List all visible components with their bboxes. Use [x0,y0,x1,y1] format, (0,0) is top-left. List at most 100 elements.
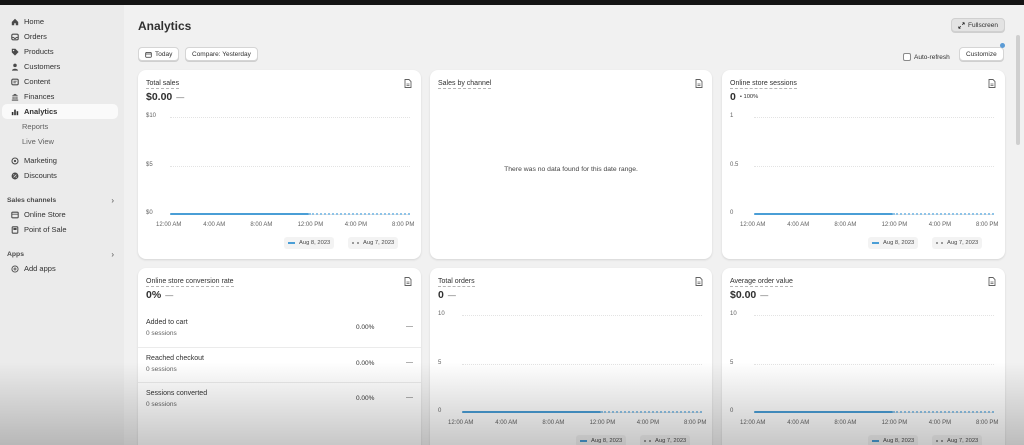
page-scrollbar[interactable] [1016,35,1020,145]
legend-label: Aug 7, 2023 [947,240,979,246]
sidebar-item-orders[interactable]: Orders [2,29,118,44]
customize-label: Customize [966,50,997,58]
sidebar-item-point-of-sale[interactable]: Point of Sale [2,222,118,237]
sidebar: Home Orders Products Customers Content F… [0,5,124,445]
x-axis-tick-label: 4:00 AM [787,222,810,228]
y-axis-tick-label: $5 [146,161,153,168]
sidebar-item-products[interactable]: Products [2,44,118,59]
sidebar-item-analytics[interactable]: Analytics [2,104,118,119]
fullscreen-button[interactable]: Fullscreen [951,18,1005,32]
gridline [754,165,994,167]
card-title[interactable]: Total sales [146,80,180,89]
row-change: — [406,394,413,401]
gridline [754,315,994,316]
x-axis-tick-label: 12:00 PM [881,222,908,228]
row-change: — [406,323,413,330]
card-title[interactable]: Sales by channel [438,80,492,89]
sidebar-item-discounts[interactable]: Discounts [2,168,118,183]
card-title[interactable]: Total orders [438,278,475,287]
customize-button[interactable]: Customize [959,47,1004,61]
sidebar-item-customers[interactable]: Customers [2,59,118,74]
change-indicator: • 100% [739,94,759,100]
report-icon[interactable] [988,277,996,286]
legend-item[interactable]: Aug 7, 2023 [348,237,399,249]
y-axis-tick-label: 0 [438,408,442,414]
gridline [170,165,410,167]
report-icon[interactable] [695,277,703,286]
legend-item[interactable]: Aug 8, 2023 [868,237,919,249]
sidebar-subitem-reports[interactable]: Reports [2,119,118,134]
legend-label: Aug 8, 2023 [591,438,623,444]
sidebar-item-label: Customers [24,62,61,71]
legend-label: Aug 8, 2023 [883,438,915,444]
tag-icon [10,47,20,57]
report-icon[interactable] [988,79,996,88]
sidebar-item-label: Online Store [24,210,66,219]
row-label: Added to cart [146,319,188,326]
row-sessions: 0 sessions [146,401,177,408]
x-axis-tick-label: 12:00 PM [589,420,616,426]
sidebar-item-label: Finances [24,92,55,101]
compare-button[interactable]: Compare: Yesterday [185,47,258,61]
sales-channels-header[interactable]: Sales channels › [0,193,124,207]
report-icon[interactable] [404,277,412,286]
legend-item[interactable]: Aug 7, 2023 [640,435,691,445]
conversion-row-reached-checkout: Reached checkout 0 sessions 0.00% — [138,347,421,382]
bank-icon [10,92,20,102]
app-shell: Home Orders Products Customers Content F… [0,5,1024,445]
x-axis-tick-label: 8:00 PM [684,420,707,426]
x-axis-tick-label: 4:00 PM [636,420,660,426]
card-title[interactable]: Online store conversion rate [146,278,234,287]
legend-item[interactable]: Aug 7, 2023 [932,237,983,249]
legend-item[interactable]: Aug 8, 2023 [868,435,919,445]
y-axis-tick-label: $10 [146,113,157,119]
expand-icon [958,21,965,29]
date-range-button[interactable]: Today [138,47,180,61]
legend-swatch [352,242,359,244]
sidebar-item-add-apps[interactable]: Add apps [2,261,118,276]
sidebar-subitem-live-view[interactable]: Live View [2,134,118,149]
gridline [170,117,410,118]
sidebar-item-online-store[interactable]: Online Store [2,207,118,222]
total-orders-card: Total orders 0— 10 5 0 12:00 AM 4:00 AM 8:00 … [430,268,712,445]
card-title[interactable]: Average order value [730,278,793,287]
row-sessions: 0 sessions [146,366,177,373]
row-label: Reached checkout [146,355,204,362]
card-value: 0% — [146,289,173,301]
y-axis-tick-label: $0 [146,210,153,216]
chevron-right-icon: › [111,249,114,259]
x-axis-tick-label: 12:00 AM [740,222,766,228]
average-order-value-card: Average order value $0.00— 10 5 0 12:00 AM 4… [722,268,1005,445]
x-axis-tick-label: 12:00 AM [448,420,474,426]
legend-swatch [644,440,651,442]
discount-icon [10,171,20,181]
report-icon[interactable] [695,79,703,88]
sidebar-item-content[interactable]: Content [2,74,118,89]
legend-item[interactable]: Aug 8, 2023 [576,435,627,445]
apps-header[interactable]: Apps › [0,247,124,261]
legend-swatch [872,440,879,442]
card-value: $0.00— [730,289,768,301]
sidebar-item-marketing[interactable]: Marketing [2,153,118,168]
person-icon [10,62,20,72]
series-line-current [754,213,894,215]
y-axis-tick-label: 10 [438,311,445,317]
legend-item[interactable]: Aug 8, 2023 [284,237,335,249]
fullscreen-label: Fullscreen [968,21,998,29]
y-axis-tick-label: 5 [438,359,442,366]
card-value: $0.00— [146,91,184,103]
sidebar-item-home[interactable]: Home [2,14,118,29]
report-icon[interactable] [404,79,412,88]
gridline [754,117,994,118]
legend-item[interactable]: Aug 7, 2023 [932,435,983,445]
row-rate: 0.00% [356,395,375,402]
card-title[interactable]: Online store sessions [730,80,797,89]
legend-label: Aug 7, 2023 [655,438,687,444]
auto-refresh-checkbox[interactable] [903,53,911,61]
auto-refresh-toggle[interactable]: Auto-refresh [903,53,950,61]
sidebar-item-finances[interactable]: Finances [2,89,118,104]
apps-label: Apps [7,250,24,258]
x-axis-tick-label: 8:00 AM [250,222,273,228]
sidebar-item-label: Discounts [24,171,57,180]
x-axis-tick-label: 4:00 AM [787,420,810,426]
